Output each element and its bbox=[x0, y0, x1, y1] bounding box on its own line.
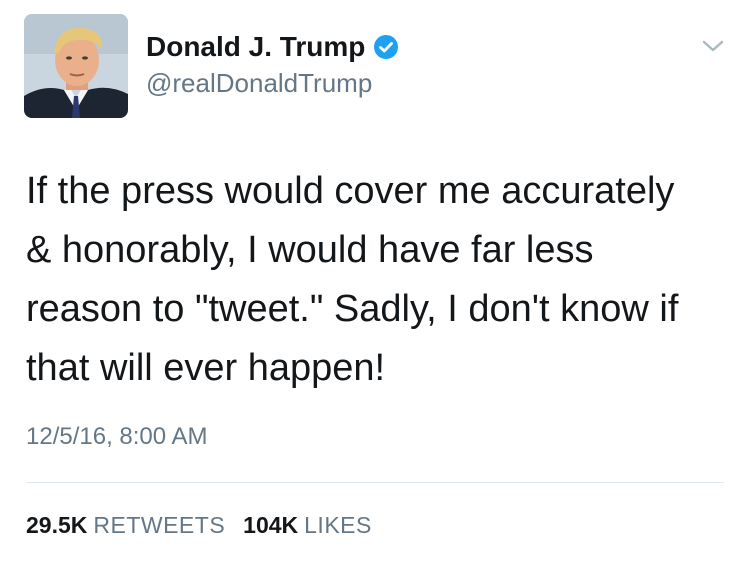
likes-count: 104K bbox=[243, 512, 299, 538]
avatar-image bbox=[24, 14, 128, 118]
avatar[interactable] bbox=[24, 14, 128, 118]
tweet-card: Donald J. Trump @realDonaldTrump If the … bbox=[0, 0, 750, 561]
likes-stat[interactable]: 104K LIKES bbox=[243, 510, 372, 540]
likes-label: LIKES bbox=[304, 512, 372, 538]
retweets-label: RETWEETS bbox=[93, 512, 226, 538]
divider bbox=[26, 482, 724, 483]
chevron-down-icon[interactable] bbox=[700, 36, 726, 56]
author-handle[interactable]: @realDonaldTrump bbox=[146, 68, 372, 98]
tweet-stats: 29.5K RETWEETS 104K LIKES bbox=[26, 510, 390, 540]
verified-badge-icon bbox=[373, 34, 399, 60]
tweet-text: If the press would cover me accurately &… bbox=[26, 170, 679, 389]
retweets-count: 29.5K bbox=[26, 512, 88, 538]
display-name[interactable]: Donald J. Trump bbox=[146, 30, 365, 64]
tweet-timestamp[interactable]: 12/5/16, 8:00 AM bbox=[26, 422, 207, 452]
retweets-stat[interactable]: 29.5K RETWEETS bbox=[26, 510, 225, 540]
author-name-row: Donald J. Trump bbox=[146, 30, 399, 64]
